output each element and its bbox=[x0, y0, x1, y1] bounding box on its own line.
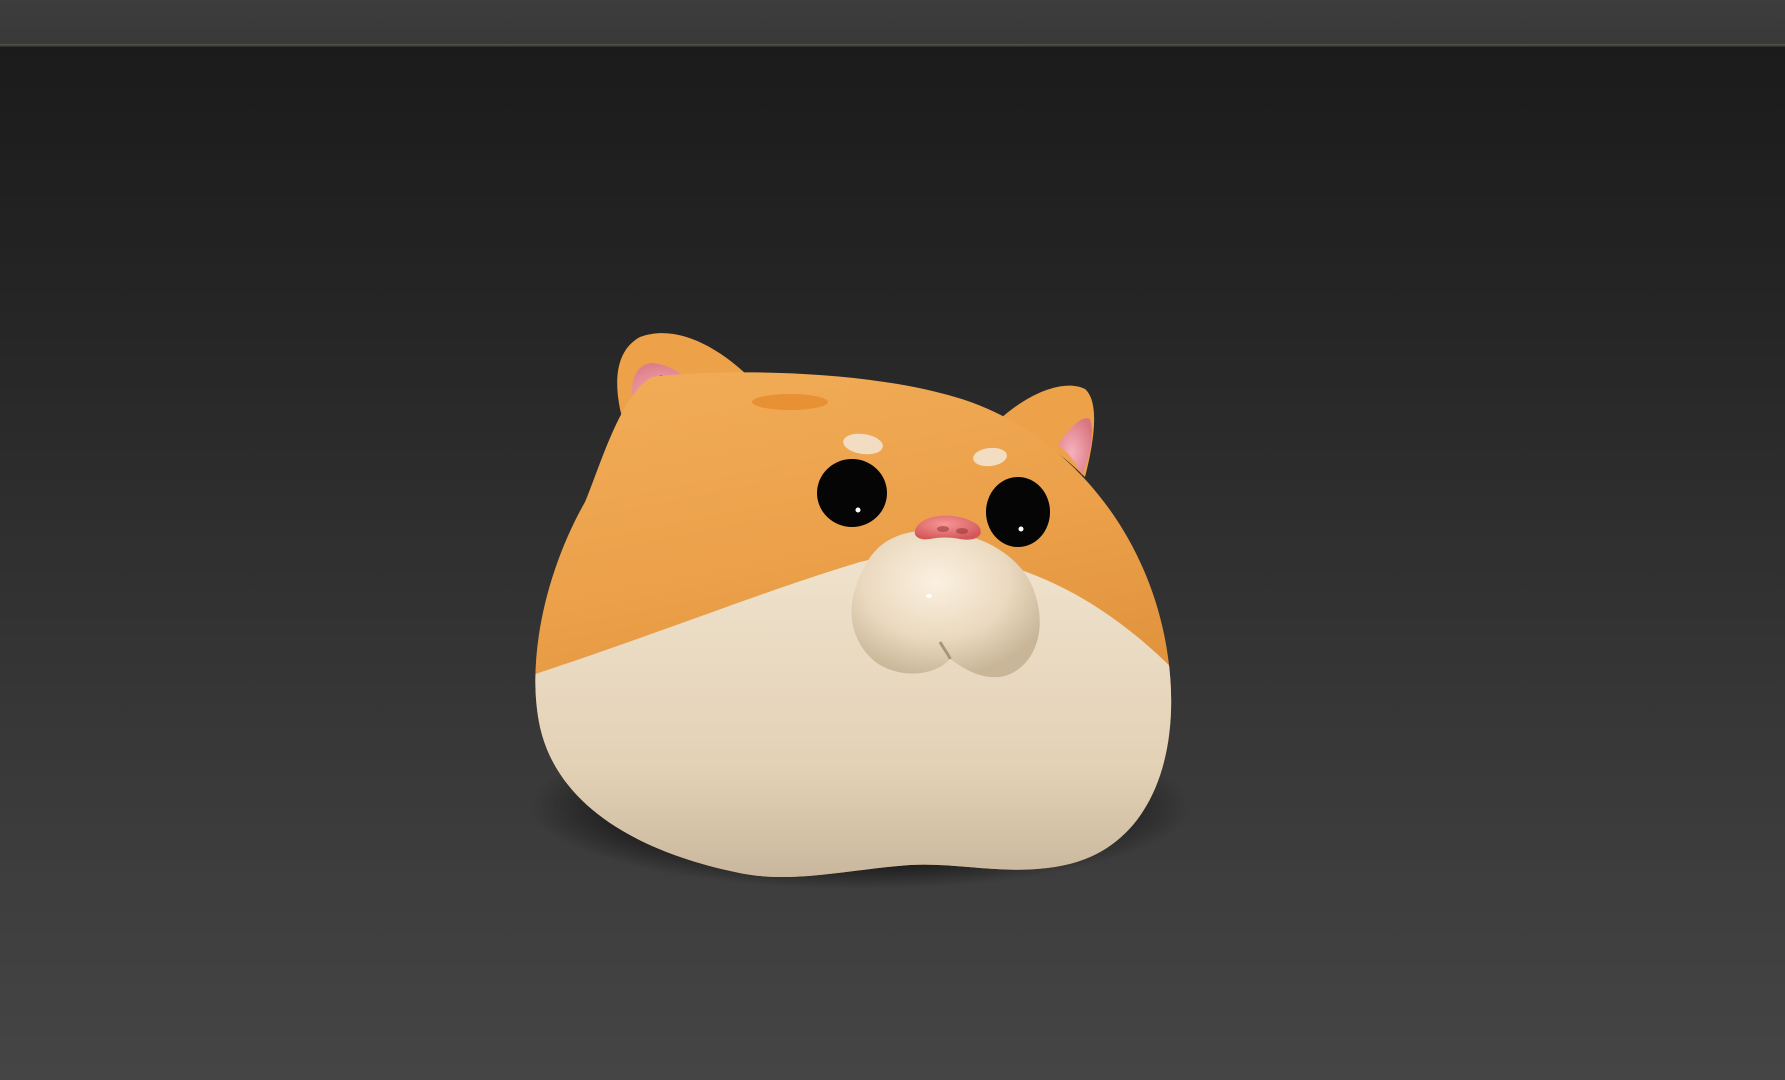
3d-viewport[interactable] bbox=[0, 47, 1785, 1080]
left-eye bbox=[817, 459, 887, 527]
hamster-head-3d-model-icon[interactable] bbox=[0, 47, 1785, 1080]
right-eye bbox=[986, 477, 1050, 547]
top-toolbar bbox=[0, 0, 1785, 44]
modeling-app-window bbox=[0, 0, 1785, 1080]
